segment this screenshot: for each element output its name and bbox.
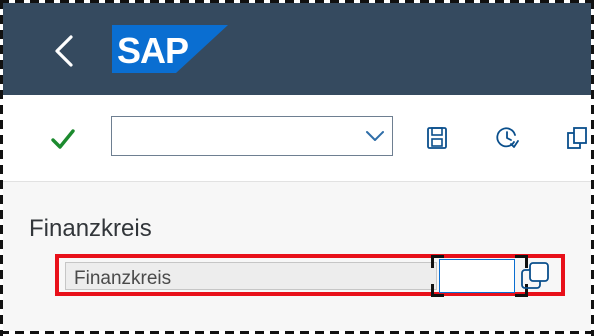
selection-screen: Finanzkreis Finanzkreis (3, 182, 591, 331)
command-field[interactable] (111, 116, 393, 156)
history-icon[interactable] (494, 125, 520, 151)
dashed-border (0, 331, 594, 334)
back-button[interactable] (49, 29, 81, 73)
sap-logo: SAP (112, 25, 228, 73)
screenshot-frame: SAP Finanzkreis Finanzkreis (0, 0, 594, 336)
save-icon[interactable] (424, 125, 450, 151)
value-help-icon[interactable] (519, 260, 551, 292)
finanzkreis-input[interactable] (439, 259, 515, 293)
command-input[interactable] (112, 117, 368, 154)
group-title: Finanzkreis (29, 215, 152, 242)
finanzkreis-row-highlight: Finanzkreis (55, 254, 565, 297)
application-toolbar (3, 95, 591, 182)
focus-corner (431, 284, 444, 297)
field-label-box: Finanzkreis (65, 262, 437, 290)
chevron-down-icon[interactable] (364, 125, 386, 147)
copy-icon[interactable] (565, 125, 591, 151)
chevron-left-icon (55, 35, 73, 67)
finanzkreis-label: Finanzkreis (74, 268, 172, 289)
svg-text:SAP: SAP (117, 30, 188, 71)
focus-corner (431, 255, 444, 268)
checkmark-icon[interactable] (49, 125, 77, 153)
shell-header: SAP (3, 3, 591, 95)
